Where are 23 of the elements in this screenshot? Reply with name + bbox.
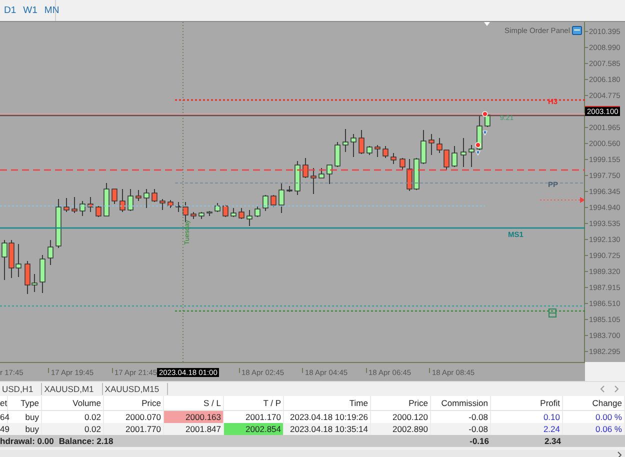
column-header[interactable]: Type: [8, 396, 42, 410]
column-header[interactable]: Time: [284, 396, 371, 410]
column-header[interactable]: Profit: [491, 396, 563, 410]
chart-tab[interactable]: XAUUSD,M15: [102, 383, 168, 395]
chart-tab[interactable]: USD,H1: [0, 383, 42, 395]
timeframe-tab[interactable]: D1: [0, 5, 20, 16]
table-cell: 2002.854: [224, 423, 284, 435]
column-header[interactable]: et: [0, 396, 8, 410]
column-header[interactable]: T / P: [224, 396, 284, 410]
column-header[interactable]: Price: [371, 396, 431, 410]
balance-text: hdrawal: 0.00: [0, 436, 54, 446]
column-header[interactable]: Volume: [42, 396, 104, 410]
column-header[interactable]: Commission: [431, 396, 491, 410]
total-profit: 2.34: [543, 436, 562, 446]
chart-tab[interactable]: XAUUSD,M1: [42, 383, 103, 395]
column-header[interactable]: Price: [104, 396, 164, 410]
timeframe-tab[interactable]: W1: [19, 5, 40, 16]
timeframe-tab[interactable]: MN: [40, 5, 62, 16]
total-commission: -0.16: [468, 436, 490, 446]
balance-text: Balance: 2.18: [58, 436, 114, 446]
column-header[interactable]: Change: [563, 396, 625, 410]
table-cell: 2000.163: [164, 411, 224, 423]
column-header[interactable]: S / L: [164, 396, 224, 410]
